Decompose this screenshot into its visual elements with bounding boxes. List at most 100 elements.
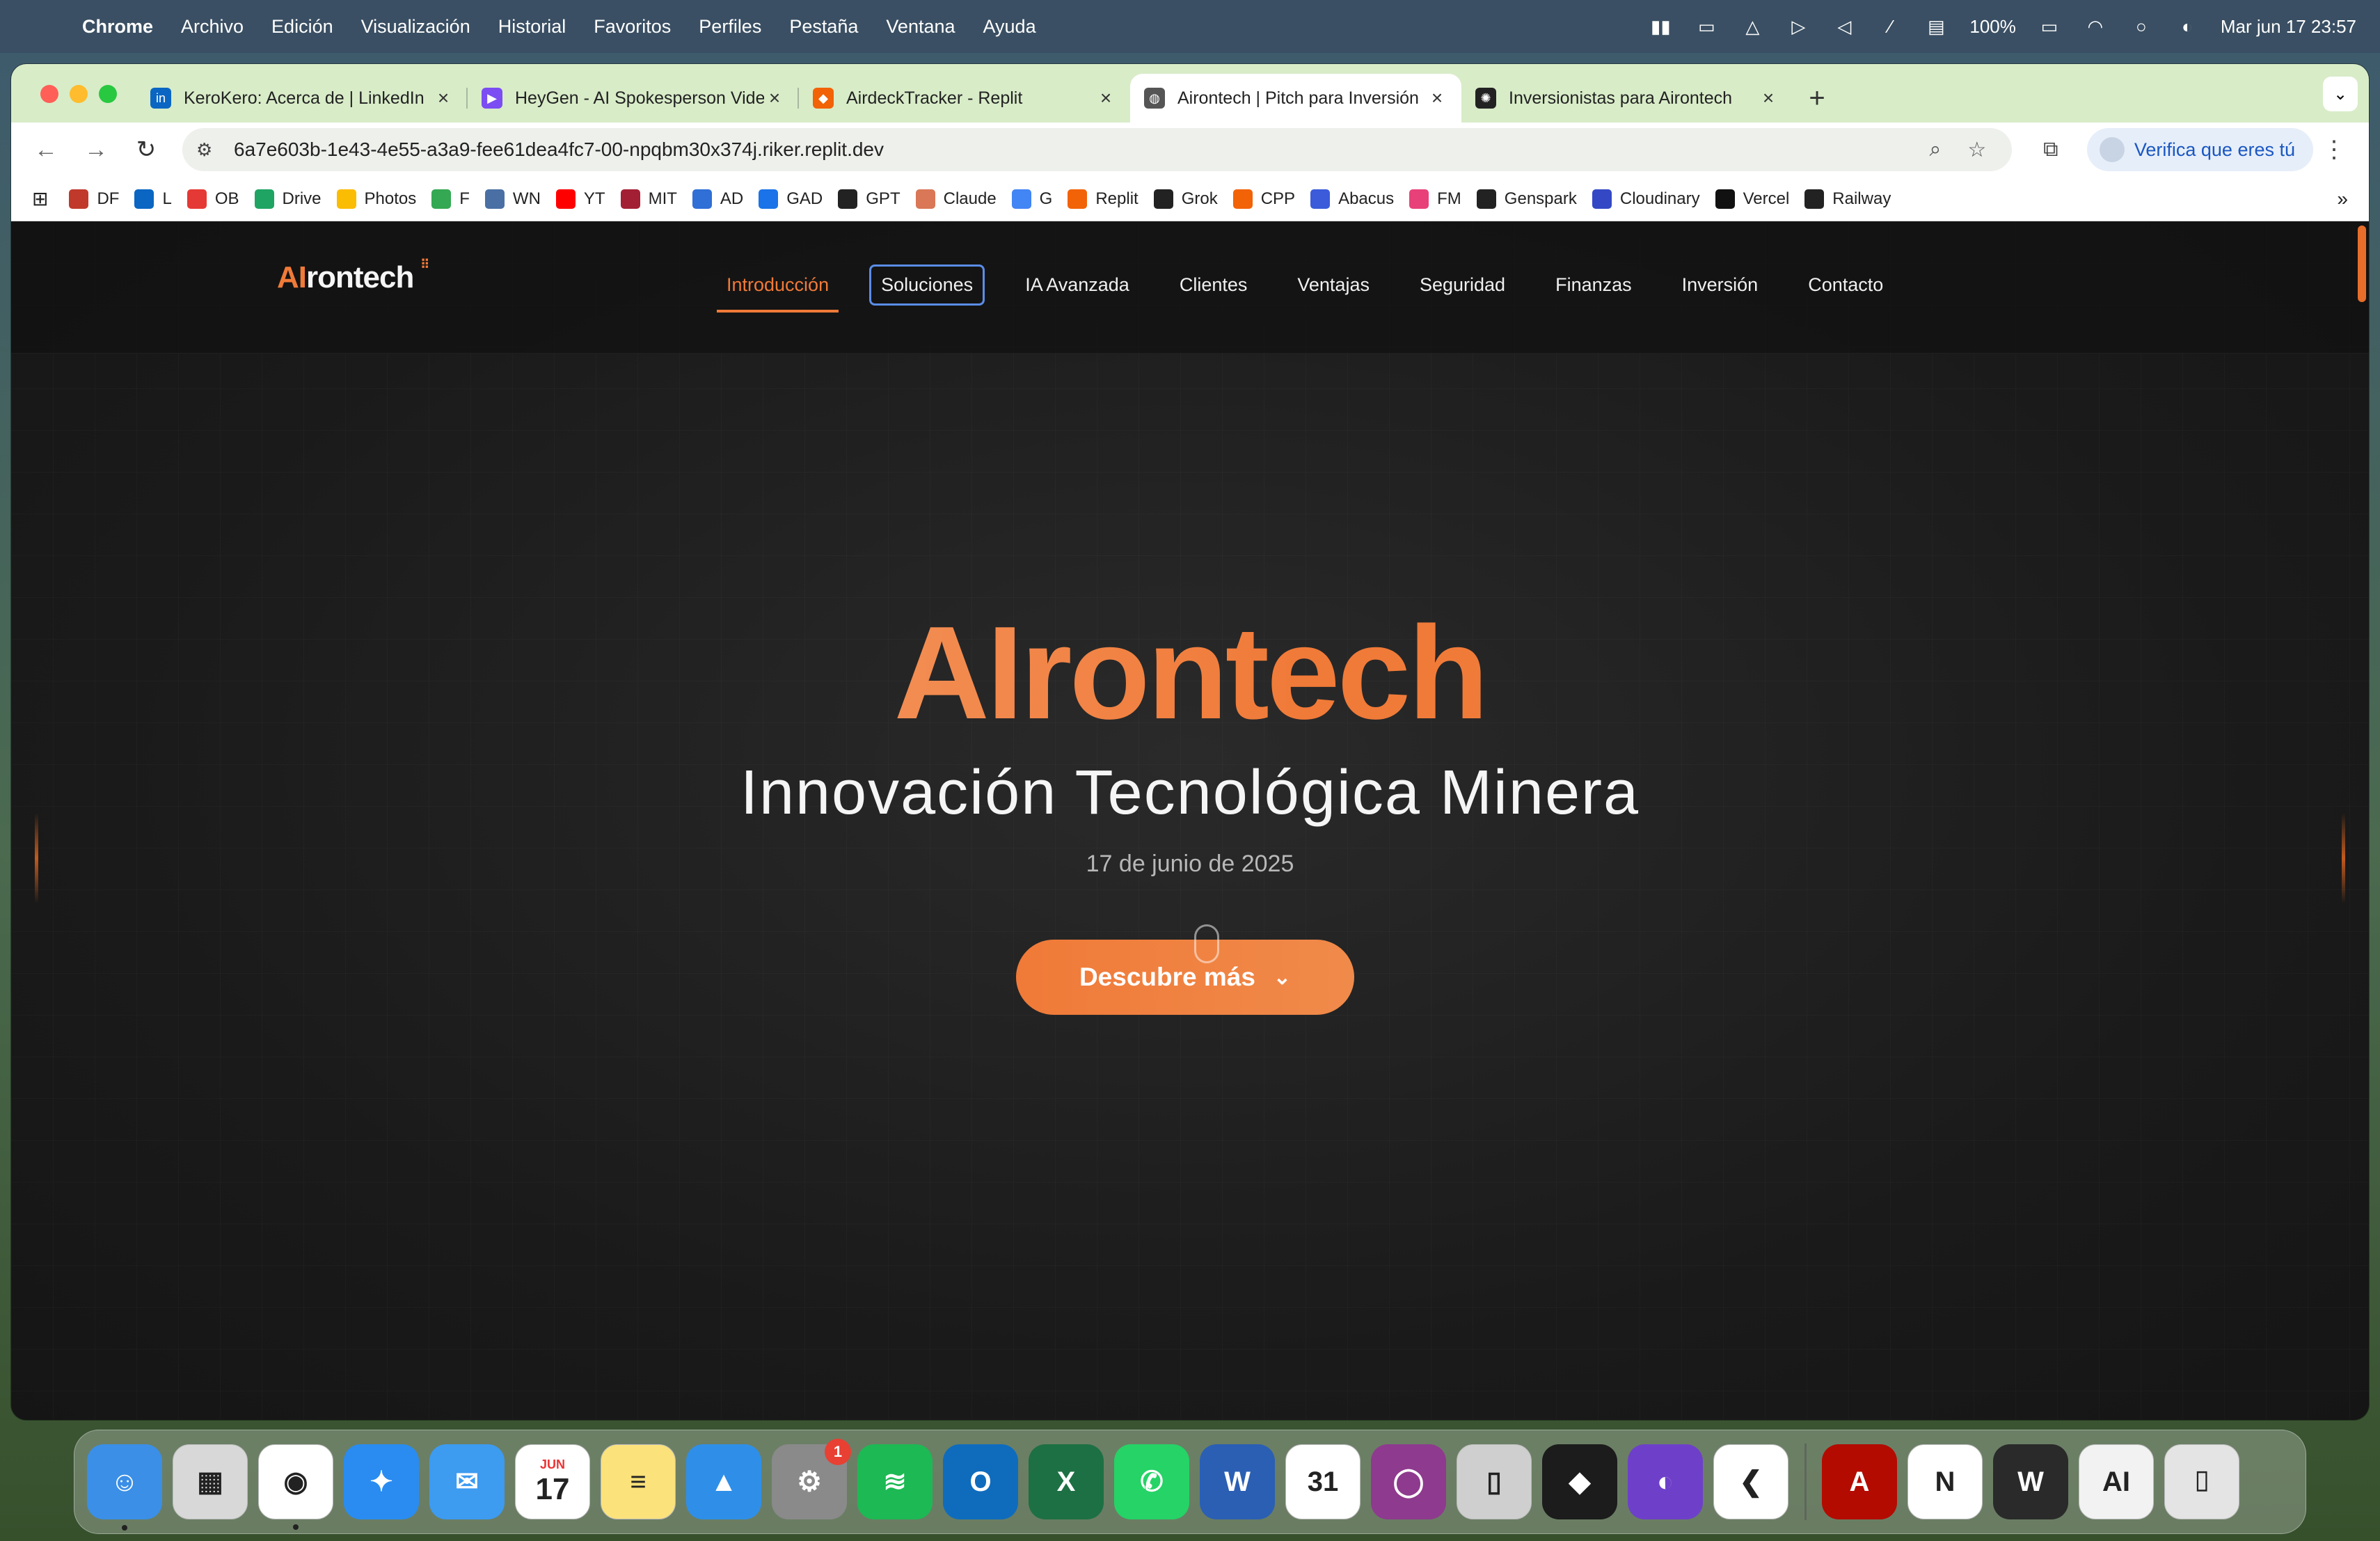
bookmark-item[interactable]: MIT (620, 189, 677, 209)
bookmark-item[interactable]: GAD (759, 189, 823, 209)
reload-icon[interactable]: ↻ (125, 129, 167, 171)
bluetooth-off-icon[interactable]: ⁄ (1878, 16, 1903, 37)
bookmark-item[interactable]: Replit (1068, 189, 1139, 209)
bookmark-item[interactable]: OB (187, 189, 239, 209)
browser-tab[interactable]: ◆ AirdeckTracker - Replit × (799, 74, 1130, 123)
apps-grid-icon[interactable]: ⊞ (32, 187, 48, 210)
menu-perfiles[interactable]: Perfiles (699, 16, 761, 38)
close-tab-icon[interactable]: × (1095, 87, 1116, 109)
discover-more-button[interactable]: Descubre más ⌄ (1016, 940, 1354, 1015)
calendar31-icon[interactable]: 31 (1285, 1444, 1360, 1519)
browser-tab[interactable]: in KeroKero: Acerca de | LinkedIn × (136, 74, 468, 123)
menu-visualizacion[interactable]: Visualización (361, 16, 470, 38)
bookmark-item[interactable]: FM (1409, 189, 1461, 209)
document-preview-icon[interactable]: AI (2079, 1444, 2154, 1519)
close-tab-icon[interactable]: × (1758, 87, 1779, 109)
menu-favoritos[interactable]: Favoritos (594, 16, 671, 38)
zoom-icon[interactable]: ⌕ (1914, 138, 1956, 161)
word-icon[interactable]: W (1200, 1444, 1275, 1519)
bookmark-item[interactable]: Claude (915, 189, 997, 209)
close-window-button[interactable] (40, 85, 58, 103)
site-logo[interactable]: AIrontech ⠿ (277, 258, 429, 295)
site-settings-icon[interactable]: ⚙ (196, 139, 224, 161)
bookmark-item[interactable]: DF (69, 189, 119, 209)
bookmark-item[interactable]: F (431, 189, 470, 209)
site-nav-link[interactable]: Clientes (1170, 264, 1258, 306)
launchpad-icon[interactable]: ▦ (173, 1444, 248, 1519)
iphone-mirroring-icon[interactable]: ▯ (1457, 1444, 1532, 1519)
vscode-icon[interactable]: ❮ (1713, 1444, 1788, 1519)
whatsapp-icon[interactable]: ✆ (1114, 1444, 1189, 1519)
notes-icon[interactable]: ≡ (601, 1444, 676, 1519)
bookmark-item[interactable]: GPT (838, 189, 901, 209)
bookmark-item[interactable]: Drive (254, 189, 322, 209)
bookmark-item[interactable]: L (134, 189, 172, 209)
finder-icon[interactable]: ☺ (87, 1444, 162, 1531)
site-nav-link[interactable]: Ventajas (1287, 264, 1379, 306)
tab-search-icon[interactable]: ⌄ (2323, 77, 2358, 111)
github-icon[interactable]: ◐ (1628, 1444, 1703, 1519)
menu-pestana[interactable]: Pestaña (789, 16, 858, 38)
zoom-window-button[interactable] (99, 85, 117, 103)
bookmark-star-icon[interactable]: ☆ (1956, 138, 1998, 162)
menu-historial[interactable]: Historial (498, 16, 566, 38)
verify-identity-button[interactable]: Verifica que eres tú (2086, 128, 2313, 171)
bookmark-item[interactable]: Railway (1804, 189, 1891, 209)
spotlight-search-icon[interactable]: ○ (2129, 16, 2154, 37)
system-settings-icon[interactable]: ⚙ 1 (772, 1439, 851, 1519)
menu-ventana[interactable]: Ventana (886, 16, 955, 38)
url-text[interactable]: 6a7e603b-1e43-4e55-a3a9-fee61dea4fc7-00-… (224, 139, 1914, 161)
menu-ayuda[interactable]: Ayuda (983, 16, 1036, 38)
webex-icon[interactable]: W (1993, 1444, 2068, 1519)
keynote-icon[interactable]: ▲ (686, 1444, 761, 1519)
replit-icon[interactable]: ◆ (1542, 1444, 1617, 1519)
mail-icon[interactable]: ✉ (429, 1444, 505, 1519)
address-bar[interactable]: ⚙ 6a7e603b-1e43-4e55-a3a9-fee61dea4fc7-0… (182, 128, 2012, 171)
close-tab-icon[interactable]: × (764, 87, 785, 109)
menu-edicion[interactable]: Edición (271, 16, 333, 38)
clock[interactable]: Mar jun 17 23:57 (2221, 16, 2356, 38)
trash-icon[interactable]: ⌷ (2164, 1444, 2239, 1519)
bookmark-item[interactable]: YT (555, 189, 605, 209)
bookmark-item[interactable]: Genspark (1476, 189, 1577, 209)
wifi-icon[interactable]: ◠ (2083, 16, 2108, 37)
bookmark-item[interactable]: Cloudinary (1592, 189, 1700, 209)
drive-sync-icon[interactable]: △ (1740, 16, 1765, 37)
new-tab-button[interactable]: + (1793, 74, 1841, 123)
close-tab-icon[interactable]: × (1427, 87, 1447, 109)
safari-icon[interactable]: ✦ (344, 1444, 419, 1519)
audio-wave-icon[interactable]: ▮▮ (1648, 16, 1673, 37)
bookmark-item[interactable]: CPP (1232, 189, 1295, 209)
menu-app-name[interactable]: Chrome (82, 16, 153, 38)
minimize-window-button[interactable] (70, 85, 88, 103)
site-nav-link[interactable]: Inversión (1672, 264, 1768, 306)
acrobat-icon[interactable]: A (1822, 1444, 1897, 1519)
site-nav-link[interactable]: Introducción (717, 264, 839, 313)
chrome-icon[interactable]: ◉ (258, 1444, 333, 1530)
volume-icon[interactable]: ◁ (1832, 16, 1857, 37)
bookmark-item[interactable]: Photos (336, 189, 416, 209)
more-menu-icon[interactable]: ⋮ (2313, 136, 2355, 164)
bookmark-item[interactable]: AD (692, 189, 743, 209)
forward-icon[interactable]: → (75, 129, 117, 171)
extensions-icon[interactable]: ⧉ (2029, 138, 2073, 161)
excel-icon[interactable]: X (1029, 1444, 1104, 1519)
site-nav-link[interactable]: Contacto (1798, 264, 1893, 306)
outlook-icon[interactable]: O (943, 1444, 1018, 1519)
bookmark-item[interactable]: Grok (1153, 189, 1218, 209)
site-nav-link[interactable]: Seguridad (1410, 264, 1515, 306)
calendar-icon[interactable]: JUN 17 (515, 1444, 590, 1519)
browser-tab[interactable]: ✺ Inversionistas para Airontech × (1461, 74, 1793, 123)
battery-icon[interactable]: ▭ (2037, 16, 2062, 37)
bookmark-item[interactable]: Abacus (1310, 189, 1394, 209)
keyboard-icon[interactable]: ▤ (1923, 16, 1949, 37)
browser-tab[interactable]: ▶ HeyGen - AI Spokesperson Video × (468, 74, 799, 123)
site-nav-link[interactable]: Soluciones (869, 264, 985, 306)
site-nav-link[interactable]: IA Avanzada (1015, 264, 1139, 306)
site-nav-link[interactable]: Finanzas (1546, 264, 1642, 306)
bookmark-item[interactable]: Vercel (1715, 189, 1789, 209)
back-icon[interactable]: ← (25, 129, 67, 171)
screen-recorder-icon[interactable]: ◯ (1371, 1444, 1446, 1519)
screen-share-icon[interactable]: ▭ (1694, 16, 1719, 37)
bookmark-item[interactable]: G (1011, 189, 1052, 209)
